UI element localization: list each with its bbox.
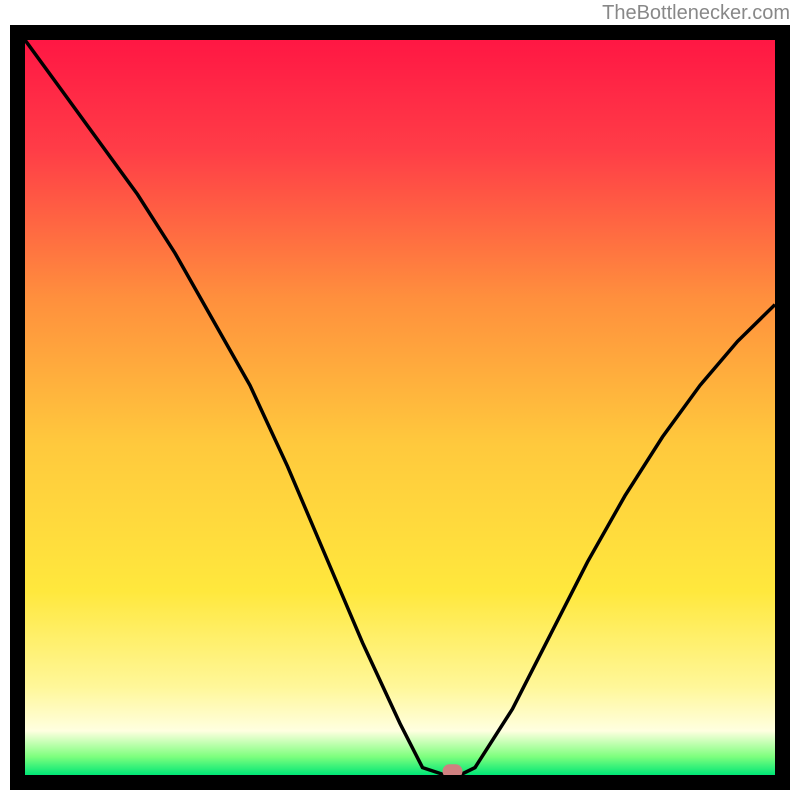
chart-container: TheBottlenecker.com <box>0 0 800 800</box>
watermark-text: TheBottlenecker.com <box>602 2 790 25</box>
chart-frame <box>10 25 790 790</box>
marker-pill <box>443 764 463 775</box>
gradient-background <box>25 40 775 775</box>
plot-area <box>25 40 775 775</box>
